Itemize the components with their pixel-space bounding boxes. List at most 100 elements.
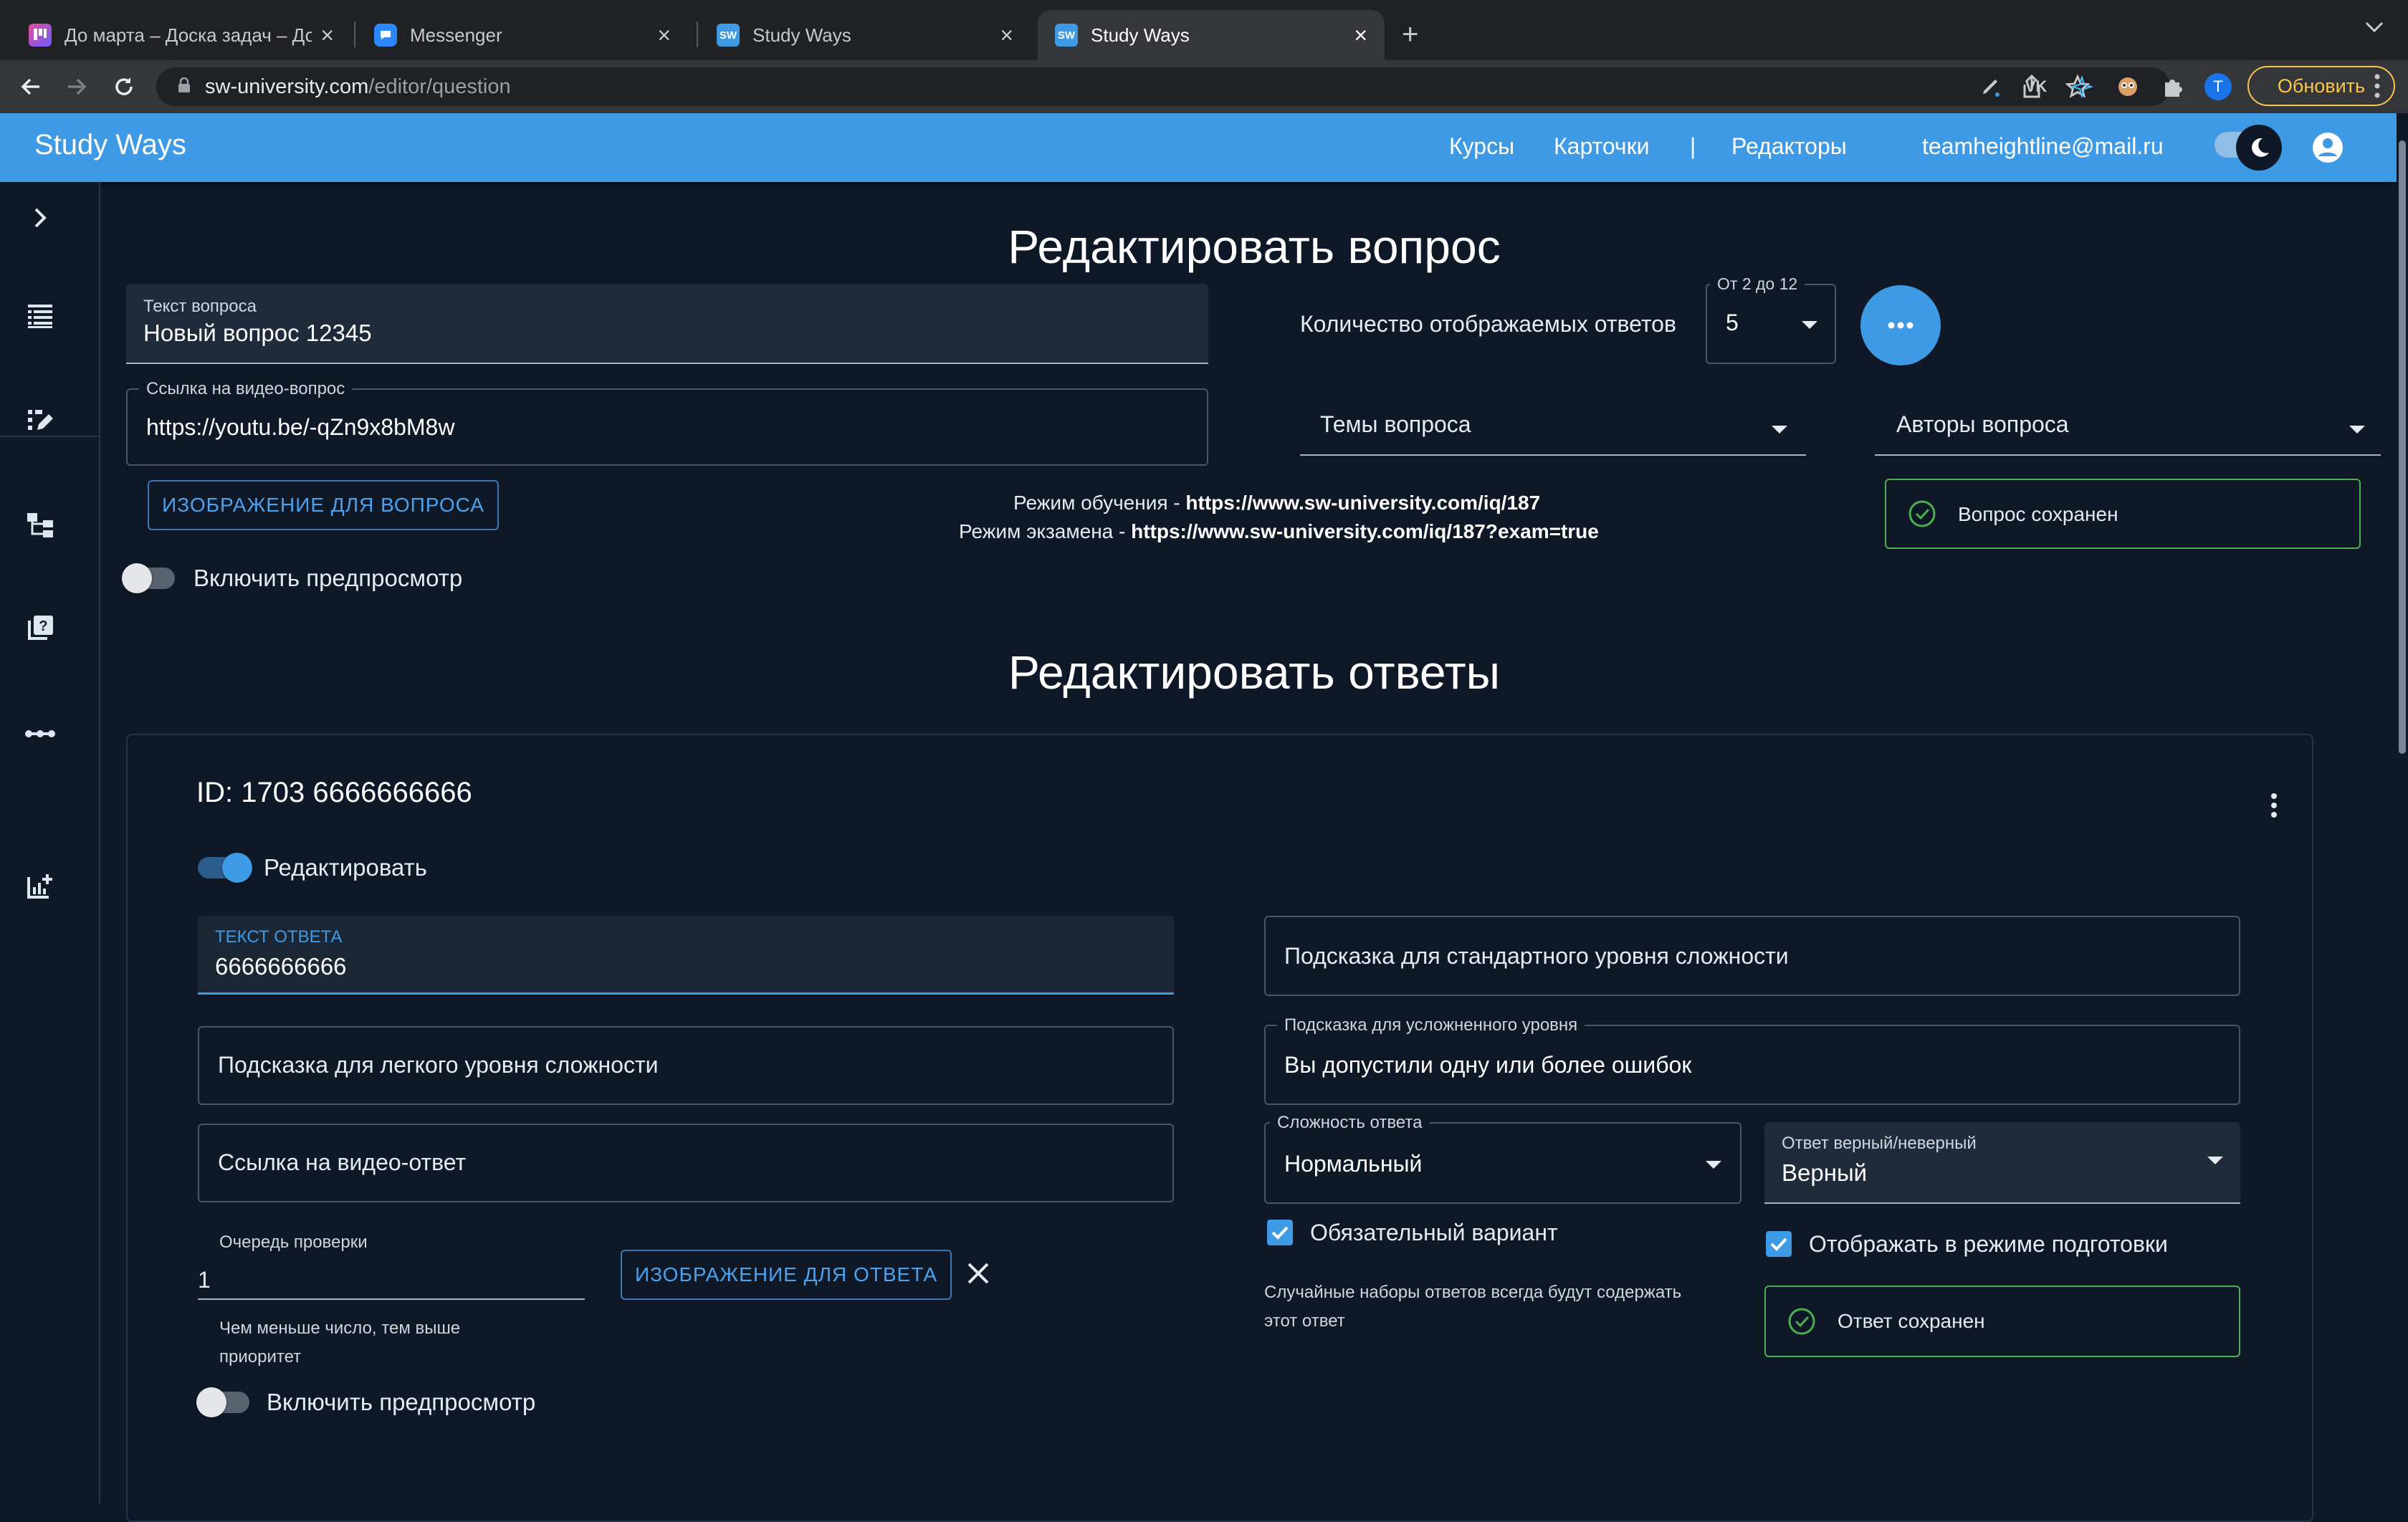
browser-tab-study-ways[interactable]: SW Study Ways × (699, 10, 1031, 60)
answer-image-button[interactable]: ИЗОБРАЖЕНИЕ ДЛЯ ОТВЕТА (621, 1250, 952, 1300)
exam-mode-prefix: Режим экзамена - (959, 520, 1132, 542)
checkmark-icon (1271, 1226, 1289, 1240)
required-helper-line2: этот ответ (1264, 1311, 1345, 1331)
caret-down-icon (1706, 1161, 1721, 1169)
nav-courses[interactable]: Курсы (1449, 133, 1514, 160)
study-mode-url[interactable]: https://www.sw-university.com/iq/187 (1185, 492, 1540, 514)
page-scrollbar-thumb[interactable] (2399, 140, 2406, 754)
hint-easy-field[interactable]: Подсказка для легкого уровня сложности (198, 1026, 1174, 1105)
close-tab-icon[interactable]: × (1000, 22, 1013, 49)
difficulty-select[interactable]: Сложность ответа Нормальный (1264, 1113, 1742, 1204)
exam-mode-url[interactable]: https://www.sw-university.com/iq/187?exa… (1131, 520, 1599, 542)
face-extension-icon[interactable] (2113, 72, 2143, 102)
question-text-value: Новый вопрос 12345 (143, 320, 372, 346)
nav-editors[interactable]: Редакторы (1731, 133, 1847, 160)
vk-extension-icon[interactable]: VK (2021, 72, 2051, 102)
answer-menu-icon[interactable] (2270, 793, 2278, 822)
hint-standard-placeholder: Подсказка для стандартного уровня сложно… (1284, 943, 1789, 969)
tab-search-chevron-icon[interactable] (2365, 21, 2384, 37)
moon-icon[interactable] (2236, 125, 2282, 171)
close-tab-icon[interactable]: × (1354, 22, 1367, 49)
address-bar[interactable]: sw-university.com/editor/question (156, 67, 2170, 106)
pen-extension-icon[interactable] (1975, 72, 2005, 102)
more-horizontal-icon[interactable] (24, 718, 56, 750)
answer-text-value: 6666666666 (215, 953, 347, 980)
checkmark-icon (1770, 1238, 1787, 1251)
answer-preview-toggle-knob[interactable] (196, 1387, 226, 1417)
svg-text:?: ? (39, 618, 47, 634)
app-header: Study Ways Курсы Карточки | Редакторы te… (0, 113, 2397, 182)
tab-title: Study Ways (752, 24, 851, 46)
url-path: /editor/question (368, 75, 511, 98)
list-icon[interactable] (24, 300, 56, 331)
reload-icon[interactable] (108, 70, 140, 103)
close-icon[interactable] (966, 1261, 990, 1289)
hierarchy-icon[interactable] (24, 509, 56, 540)
user-email[interactable]: teamheightline@mail.ru (1922, 133, 2164, 160)
answers-count-label: Количество отображаемых ответов (1300, 311, 1676, 337)
caret-down-icon (2349, 426, 2365, 434)
browser-tab-study-ways-active[interactable]: SW Study Ways × (1038, 10, 1385, 60)
answers-editor-title: Редактировать ответы (1008, 646, 1501, 699)
answer-text-field[interactable]: ТЕКСТ ОТВЕТА 6666666666 (198, 916, 1174, 995)
quiz-icon[interactable]: ? (24, 612, 56, 643)
correctness-select[interactable]: Ответ верный/неверный Верный (1764, 1122, 2240, 1204)
question-image-button[interactable]: ИЗОБРАЖЕНИЕ ДЛЯ ВОПРОСА (148, 480, 499, 530)
study-mode-prefix: Режим обучения - (1013, 492, 1186, 514)
nav-separator: | (1690, 133, 1696, 159)
kanban-favicon-icon (29, 24, 52, 47)
browser-toolbar: sw-university.com/editor/question VK T О… (0, 60, 2408, 113)
back-arrow-icon[interactable] (14, 70, 47, 103)
edit-toggle-knob[interactable] (222, 853, 252, 883)
answers-count-select[interactable]: От 2 до 12 5 (1706, 274, 1836, 364)
video-link-label: Ссылка на видео-вопрос (139, 379, 353, 399)
hint-hard-field[interactable]: Подсказка для усложненного уровня Вы доп… (1264, 1015, 2240, 1105)
messenger-favicon-icon (374, 24, 397, 47)
queue-helper-line2: приоритет (219, 1347, 302, 1367)
question-saved-alert: Вопрос сохранен (1885, 479, 2361, 549)
close-tab-icon[interactable]: × (320, 22, 334, 49)
close-tab-icon[interactable]: × (657, 22, 671, 49)
question-editor-title: Редактировать вопрос (1008, 220, 1501, 273)
topics-select[interactable]: Темы вопроса (1300, 397, 1806, 456)
sparkle-extension-icon[interactable] (2067, 72, 2097, 102)
lock-icon[interactable] (178, 75, 191, 99)
puzzle-extensions-icon[interactable] (2157, 72, 2187, 102)
edit-toggle-label: Редактировать (264, 854, 427, 881)
answers-count-value: 5 (1726, 310, 1739, 335)
authors-select[interactable]: Авторы вопроса (1875, 397, 2381, 456)
browser-tab-messenger[interactable]: Messenger × (357, 10, 688, 60)
browser-tab-kanban[interactable]: До марта – Доска задач – До × (11, 10, 351, 60)
video-link-field[interactable]: Ссылка на видео-вопрос https://youtu.be/… (126, 379, 1208, 466)
nav-cards[interactable]: Карточки (1554, 133, 1649, 160)
profile-avatar[interactable]: T (2203, 72, 2233, 102)
left-navigation-rail: ? (0, 182, 100, 1505)
question-preview-label: Включить предпросмотр (194, 565, 463, 591)
browser-menu-icon[interactable] (2374, 73, 2381, 102)
sw-favicon-icon: SW (1055, 24, 1078, 47)
caret-down-icon (1772, 426, 1787, 434)
video-answer-field[interactable]: Ссылка на видео-ответ (198, 1124, 1174, 1202)
question-preview-toggle-knob[interactable] (122, 563, 152, 593)
show-in-prep-checkbox[interactable] (1766, 1231, 1792, 1257)
topics-label: Темы вопроса (1320, 411, 1471, 437)
new-tab-icon[interactable]: + (1402, 19, 1418, 51)
question-text-field[interactable]: Текст вопроса Новый вопрос 12345 (126, 284, 1208, 364)
tab-separator (354, 21, 355, 47)
hint-standard-field[interactable]: Подсказка для стандартного уровня сложно… (1264, 916, 2240, 996)
check-circle-icon (1908, 500, 1936, 527)
question-text-label: Текст вопроса (143, 297, 257, 316)
required-checkbox[interactable] (1267, 1220, 1293, 1245)
more-options-fab[interactable] (1860, 285, 1941, 365)
chevron-right-icon[interactable] (24, 202, 56, 234)
queue-input[interactable]: 1 (198, 1258, 585, 1300)
difficulty-value: Нормальный (1284, 1151, 1423, 1177)
browser-tab-bar: До марта – Доска задач – До × Messenger … (0, 0, 2408, 60)
edit-list-icon[interactable] (24, 404, 56, 436)
account-circle-icon[interactable] (2311, 130, 2345, 165)
tab-title: Study Ways (1091, 24, 1190, 46)
forward-arrow-icon[interactable] (60, 70, 93, 103)
analytics-add-icon[interactable] (24, 870, 56, 901)
brand-logo[interactable]: Study Ways (34, 129, 186, 161)
correctness-label: Ответ верный/неверный (1782, 1134, 1977, 1153)
